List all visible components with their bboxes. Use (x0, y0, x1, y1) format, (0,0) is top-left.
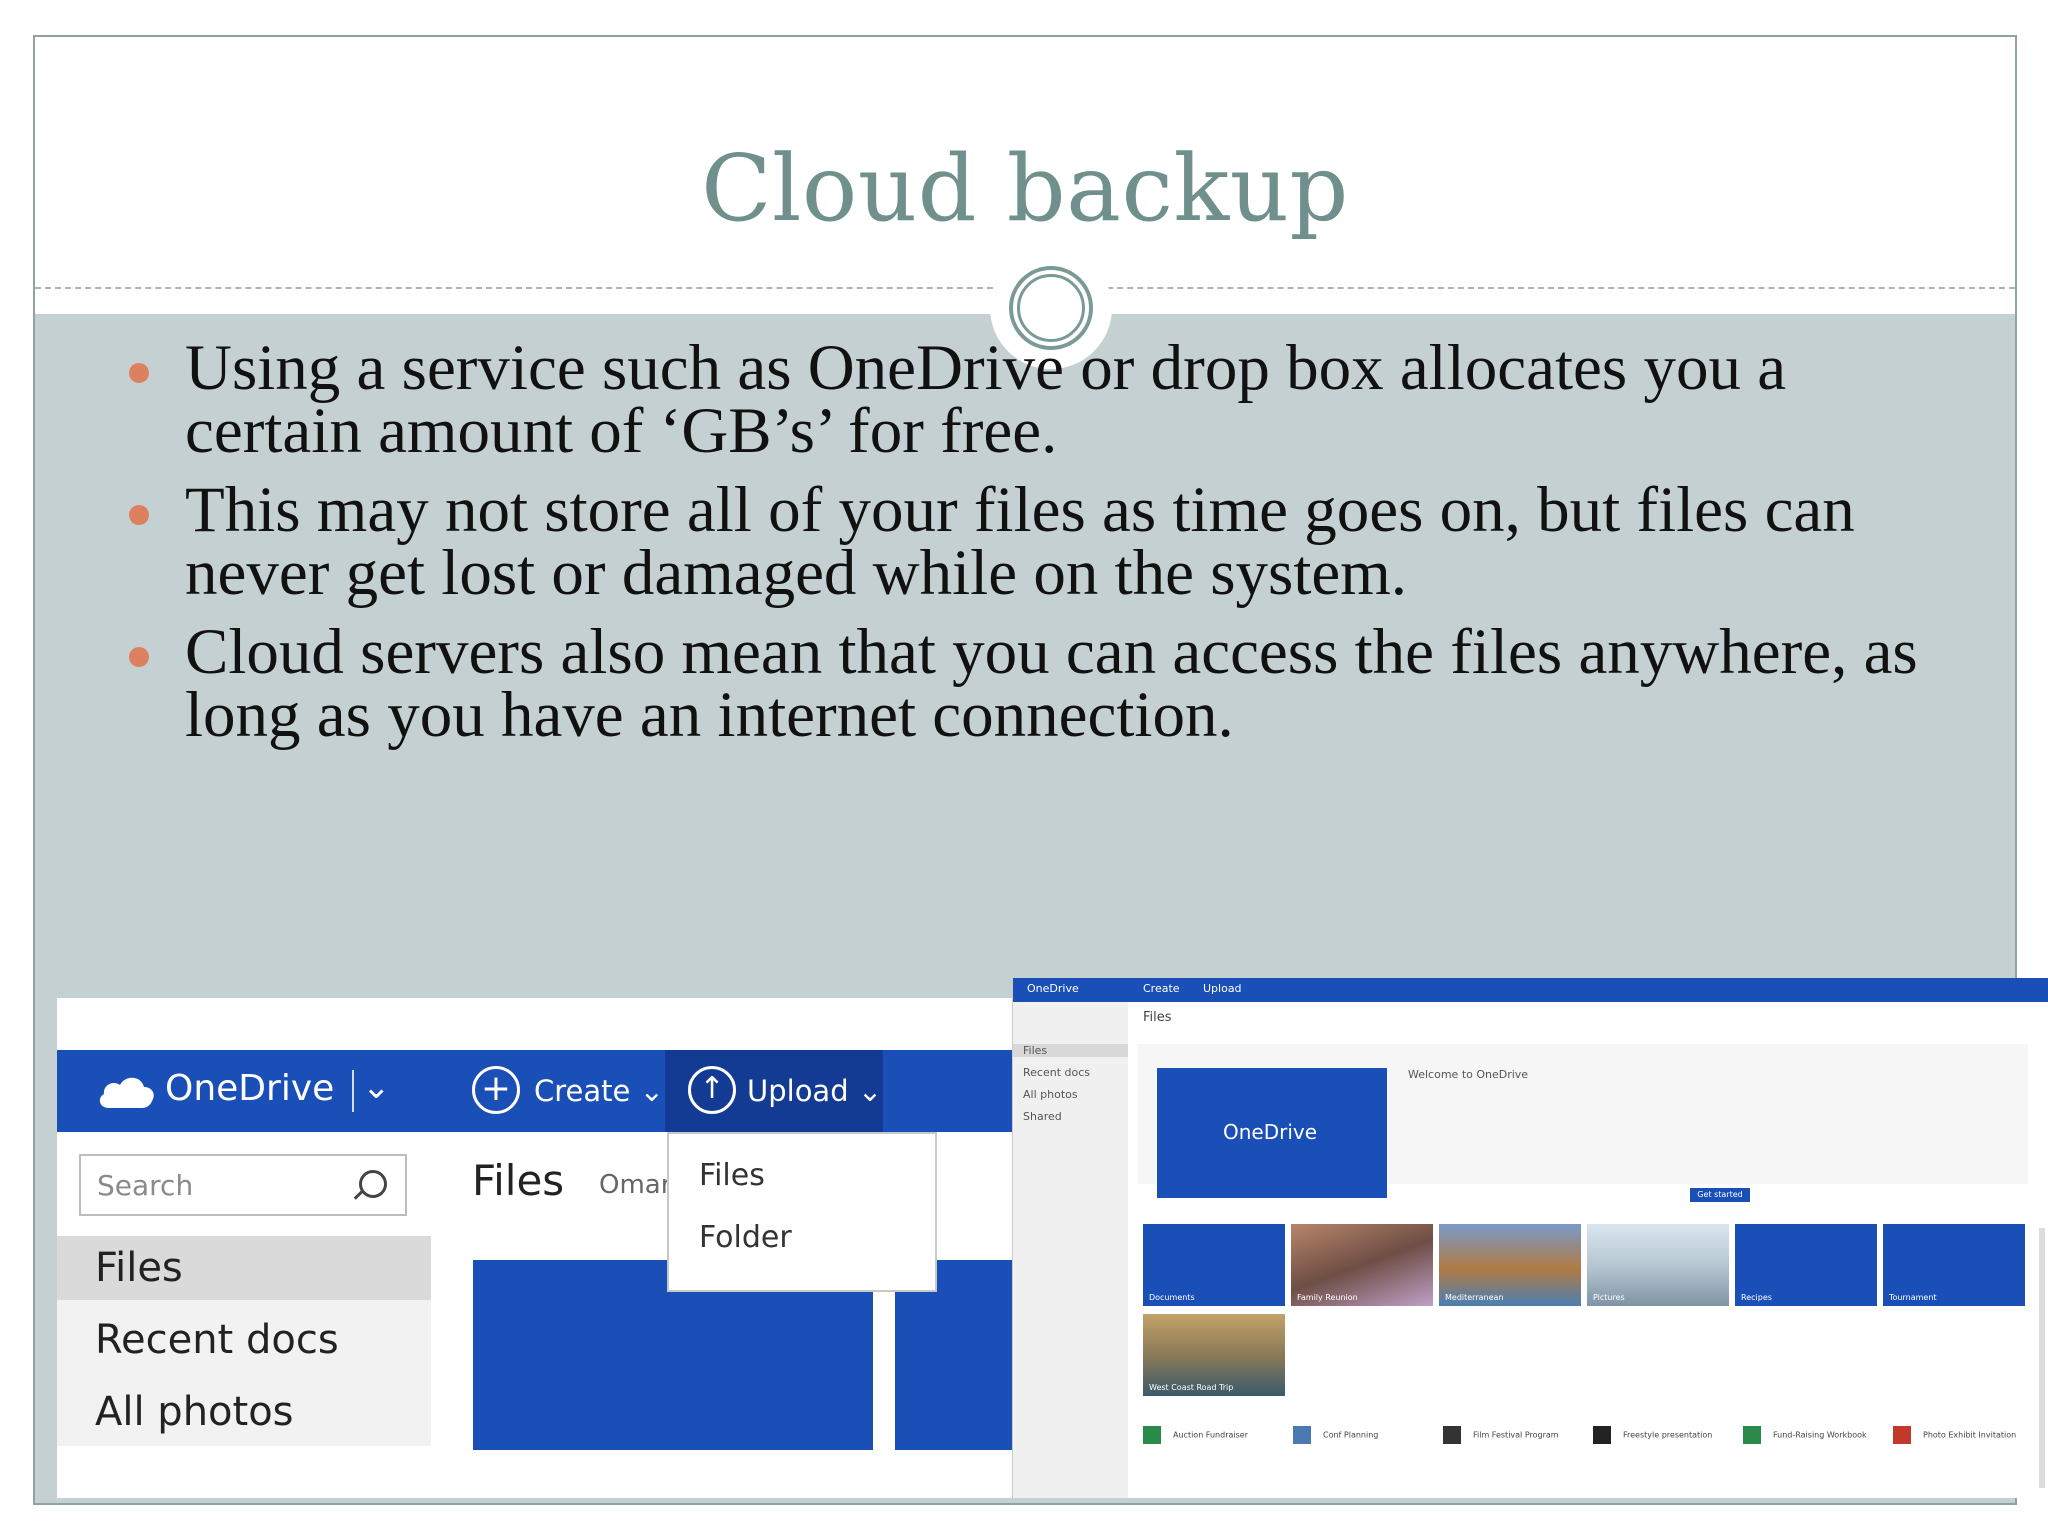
search-input[interactable]: Search (79, 1154, 407, 1216)
bullet-item: Cloud servers also mean that you can acc… (115, 620, 1955, 748)
folder-tile-documents[interactable]: Documents (1143, 1224, 1285, 1306)
file-item[interactable]: Conf Planning (1293, 1426, 1378, 1444)
sidebar-item-recent-docs[interactable]: Recent docs (1023, 1066, 1090, 1079)
bullet-dot-icon (129, 505, 149, 525)
bullet-dot-icon (129, 647, 149, 667)
slide-title: Cloud backup (701, 135, 1349, 242)
folder-tile-recipes[interactable]: Recipes (1735, 1224, 1877, 1306)
file-item[interactable]: Photo Exhibit Invitation (1893, 1426, 2016, 1444)
create-button-small[interactable]: Create (1143, 982, 1180, 995)
folder-tile-tournament[interactable]: Tournament (1883, 1224, 2025, 1306)
onedrive-topbar: OneDrive ⌄ + Create ⌄ ↑ Upload ⌄ (57, 1050, 1017, 1132)
sidebar-item-shared[interactable]: Shared (1023, 1110, 1062, 1123)
search-placeholder: Search (97, 1169, 194, 1202)
onedrive-brand-small[interactable]: OneDrive (1027, 982, 1079, 995)
file-item[interactable]: Auction Fundraiser (1143, 1426, 1248, 1444)
page-title-small: Files (1143, 1010, 1172, 1025)
bullet-list: Using a service such as OneDrive or drop… (115, 336, 1955, 763)
folder-tile-pictures[interactable]: Pictures (1587, 1224, 1729, 1306)
folder-tile-road-trip[interactable]: West Coast Road Trip (1143, 1314, 1285, 1396)
menu-item-folder[interactable]: Folder (699, 1220, 792, 1255)
onedrive-full-screenshot: OneDrive Create Upload Files Recent docs… (1012, 978, 2048, 1498)
plus-circle-icon[interactable]: + (472, 1066, 520, 1114)
brand-separator (352, 1070, 354, 1112)
sidebar-nav: Files Recent docs All photos (57, 1236, 431, 1446)
create-button[interactable]: Create ⌄ (534, 1074, 664, 1108)
sidebar-item-recent-docs[interactable]: Recent docs (57, 1308, 431, 1372)
upload-arrow-icon: ↑ (688, 1066, 736, 1114)
sidebar-item-all-photos[interactable]: All photos (1023, 1088, 1078, 1101)
onedrive-zoom-screenshot: OneDrive ⌄ + Create ⌄ ↑ Upload ⌄ Search … (57, 998, 1017, 1498)
search-icon[interactable] (359, 1170, 387, 1198)
scrollbar[interactable] (2039, 1228, 2045, 1488)
file-item[interactable]: Fund-Raising Workbook (1743, 1426, 1867, 1444)
sidebar-small: Files Recent docs All photos Shared (1013, 1002, 1128, 1498)
sidebar-item-all-photos[interactable]: All photos (57, 1380, 431, 1444)
cloud-icon (99, 1077, 154, 1108)
breadcrumb-user[interactable]: Omar (599, 1170, 671, 1200)
bullet-item: This may not store all of your files as … (115, 478, 1955, 606)
onedrive-topbar-small: OneDrive Create Upload (1013, 978, 2048, 1002)
sidebar-item-files[interactable]: Files (1013, 1044, 1128, 1057)
folder-tile-mediterranean[interactable]: Mediterranean (1439, 1224, 1581, 1306)
welcome-title: Welcome to OneDrive (1408, 1068, 1529, 1081)
upload-dropdown-menu: Files Folder (667, 1132, 937, 1292)
file-item[interactable]: Freestyle presentation (1593, 1426, 1712, 1444)
get-started-button[interactable]: Get started (1690, 1188, 1750, 1202)
upload-label: Upload ⌄ (747, 1074, 883, 1108)
bullet-dot-icon (129, 363, 149, 383)
chevron-down-icon[interactable]: ⌄ (362, 1067, 391, 1107)
bullet-item: Using a service such as OneDrive or drop… (115, 336, 1955, 464)
upload-button-small[interactable]: Upload (1203, 982, 1242, 995)
welcome-brand: OneDrive (1223, 1120, 1318, 1144)
sidebar-item-files[interactable]: Files (57, 1236, 431, 1300)
folder-tile-family-reunion[interactable]: Family Reunion (1291, 1224, 1433, 1306)
onedrive-brand[interactable]: OneDrive (165, 1068, 334, 1109)
file-item[interactable]: Film Festival Program (1443, 1426, 1559, 1444)
menu-item-files[interactable]: Files (699, 1158, 765, 1193)
page-title: Files (472, 1156, 565, 1205)
